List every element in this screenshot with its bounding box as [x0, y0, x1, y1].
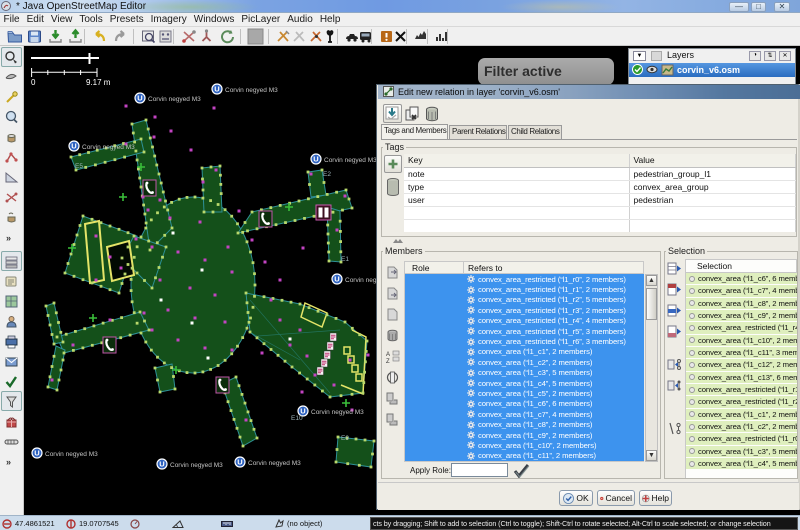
svg-text:»: »: [6, 233, 11, 243]
svg-text:Corvin negyed M3: Corvin negyed M3: [311, 409, 364, 416]
svg-text:Corvin negyed M3: Corvin negyed M3: [45, 451, 98, 458]
svg-text:U: U: [237, 458, 242, 467]
svg-text:U: U: [159, 460, 164, 469]
svg-text:E1: E1: [341, 256, 349, 263]
svg-text:9.17 m: 9.17 m: [86, 78, 111, 87]
svg-text:E2: E2: [323, 171, 331, 178]
svg-text:U: U: [71, 142, 76, 151]
svg-text:Corvin negyed M3: Corvin negyed M3: [82, 144, 135, 151]
svg-text:Corvin negyed M3: Corvin negyed M3: [170, 462, 223, 469]
svg-text:»: »: [6, 457, 11, 467]
svg-text:Corvin negyed M3: Corvin negyed M3: [225, 87, 278, 94]
svg-text:Corvin negyed M3: Corvin negyed M3: [248, 460, 301, 467]
svg-text:U: U: [334, 275, 339, 284]
svg-text:Z: Z: [386, 359, 390, 364]
svg-text:E10: E10: [291, 415, 303, 422]
svg-text:A: A: [386, 352, 390, 358]
svg-text:Corvin negyed M3: Corvin negyed M3: [324, 157, 377, 164]
svg-text:Corvin negyed M3: Corvin negyed M3: [148, 96, 201, 103]
svg-text:U: U: [313, 155, 318, 164]
svg-text:U: U: [137, 94, 142, 103]
svg-text:E5: E5: [75, 163, 83, 170]
svg-text:U: U: [34, 449, 39, 458]
svg-text:0: 0: [31, 78, 36, 87]
svg-text:E9: E9: [341, 435, 349, 442]
svg-text:U: U: [214, 85, 219, 94]
